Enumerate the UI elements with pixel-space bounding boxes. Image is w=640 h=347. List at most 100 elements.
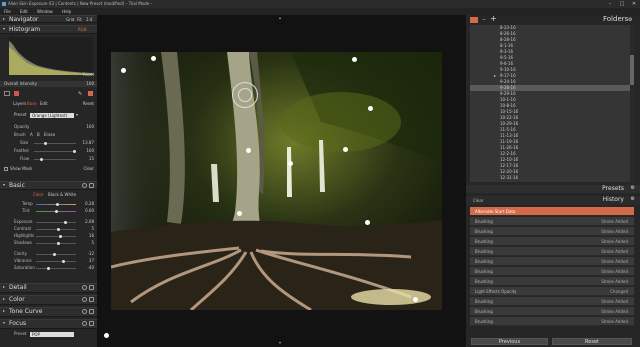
overall-intensity-value[interactable]: 100 bbox=[86, 81, 94, 87]
chevron-up-icon[interactable]: ▴ bbox=[279, 15, 281, 20]
contrast-value[interactable]: 5 bbox=[91, 226, 94, 232]
panel-menu-icon[interactable] bbox=[89, 321, 94, 326]
history-item[interactable]: Brushing Stroke Added bbox=[470, 277, 634, 286]
brush-erase-button[interactable]: Erase bbox=[44, 132, 55, 138]
brush-feather-row[interactable]: Feather 100 bbox=[0, 148, 97, 154]
close-icon[interactable]: ✕ bbox=[628, 0, 640, 8]
menu-edit[interactable]: Edit bbox=[20, 9, 28, 14]
menu-window[interactable]: Window bbox=[37, 9, 53, 14]
zoom-ratio-button[interactable]: 1:4 bbox=[86, 17, 92, 22]
history-item[interactable]: Brushing Stroke Added bbox=[470, 317, 634, 326]
slider-knob[interactable] bbox=[73, 150, 76, 153]
contrast-slider[interactable] bbox=[36, 228, 76, 231]
exposure-row[interactable]: Exposure 2.08 bbox=[0, 219, 97, 225]
contrast-row[interactable]: Contrast 5 bbox=[0, 226, 97, 232]
minimize-icon[interactable]: – bbox=[604, 0, 616, 8]
brush-flow-value[interactable]: 15 bbox=[89, 156, 94, 162]
temp-slider[interactable] bbox=[36, 203, 76, 206]
clear-mask-button[interactable]: Clear bbox=[84, 166, 94, 172]
history-item[interactable]: Brushing Stroke Added bbox=[470, 247, 634, 256]
folder-icon[interactable] bbox=[470, 17, 478, 23]
brush-size-row[interactable]: Size 13.87 bbox=[0, 140, 97, 146]
shadows-value[interactable]: 5 bbox=[91, 240, 94, 246]
history-item[interactable]: Brushing Stroke Added bbox=[470, 227, 634, 236]
history-item[interactable]: Brushing Stroke Added bbox=[470, 237, 634, 246]
slider-knob[interactable] bbox=[44, 142, 47, 145]
toggle-icon[interactable] bbox=[82, 321, 87, 326]
toggle-icon[interactable] bbox=[82, 183, 87, 188]
remove-folder-icon[interactable]: – bbox=[482, 15, 486, 23]
folder-item[interactable]: 12-31-16 bbox=[470, 175, 634, 181]
chevron-down-icon[interactable]: ▾ bbox=[279, 340, 281, 345]
vibrance-value[interactable]: 37 bbox=[89, 258, 94, 264]
shadows-row[interactable]: Shadows 5 bbox=[0, 240, 97, 246]
vibrance-row[interactable]: Vibrance 37 bbox=[0, 258, 97, 264]
histogram-header[interactable]: ▾ Histogram RGB bbox=[0, 25, 97, 34]
slider-knob[interactable] bbox=[40, 158, 43, 161]
toggle-icon[interactable] bbox=[82, 297, 87, 302]
menu-help[interactable]: Help bbox=[62, 9, 71, 14]
slider-knob[interactable] bbox=[53, 253, 56, 256]
history-item[interactable]: Brushing Stroke Added bbox=[470, 267, 634, 276]
show-mask-checkbox[interactable] bbox=[4, 167, 8, 171]
navigator-header[interactable]: ▸ Navigator Grid Fit 1:4 bbox=[0, 15, 97, 23]
highlights-slider[interactable] bbox=[36, 235, 76, 238]
shadows-slider[interactable] bbox=[36, 242, 76, 245]
history-item[interactable]: Light Effects Opacity Changed bbox=[470, 287, 634, 296]
clarity-slider[interactable] bbox=[36, 253, 76, 256]
slider-knob[interactable] bbox=[57, 228, 60, 231]
highlights-value[interactable]: 16 bbox=[89, 233, 94, 239]
adjustment-pin[interactable] bbox=[151, 56, 156, 61]
brush-feather-slider[interactable] bbox=[34, 150, 76, 153]
mode-bw-button[interactable]: Black & White bbox=[48, 192, 76, 198]
panel-menu-icon[interactable] bbox=[89, 297, 94, 302]
layers-reset-button[interactable]: Reset bbox=[83, 101, 94, 107]
history-item[interactable]: Brushing Stroke Added bbox=[470, 297, 634, 306]
add-folder-icon[interactable]: + bbox=[490, 14, 497, 23]
slider-knob[interactable] bbox=[56, 203, 59, 206]
slider-knob[interactable] bbox=[47, 267, 50, 270]
adjustment-pin[interactable] bbox=[343, 147, 348, 152]
brush-feather-value[interactable]: 100 bbox=[86, 148, 94, 154]
brush-flow-row[interactable]: Flow 15 bbox=[0, 156, 97, 162]
slider-knob[interactable] bbox=[59, 235, 62, 238]
history-item[interactable]: Brushing Stroke Added bbox=[470, 307, 634, 316]
slider-knob[interactable] bbox=[62, 260, 65, 263]
tint-row[interactable]: Tint 0.00 bbox=[0, 208, 97, 214]
chevron-down-icon[interactable]: ▾ bbox=[76, 112, 78, 118]
panel-menu-icon[interactable] bbox=[89, 309, 94, 314]
tab-edit[interactable]: Edit bbox=[40, 101, 48, 107]
presets-header[interactable]: Presets ⚙ bbox=[466, 185, 640, 193]
saturation-value[interactable]: -40 bbox=[87, 265, 94, 271]
panel-menu-icon[interactable]: ⚙ bbox=[631, 196, 635, 202]
exposure-value[interactable]: 2.08 bbox=[85, 219, 94, 225]
saturation-row[interactable]: Saturation -40 bbox=[0, 265, 97, 271]
basic-header[interactable]: ▾ Basic bbox=[0, 181, 97, 190]
red-eye-icon[interactable] bbox=[14, 91, 19, 96]
focus-header[interactable]: ▾ Focus bbox=[0, 319, 97, 329]
adjustment-pin[interactable] bbox=[352, 57, 357, 62]
temp-value[interactable]: 0.28 bbox=[85, 201, 94, 207]
toggle-icon[interactable] bbox=[82, 309, 87, 314]
previous-button[interactable]: Previous bbox=[471, 338, 548, 345]
panel-menu-icon[interactable]: ⚙ bbox=[631, 185, 635, 191]
tab-layers[interactable]: Layers bbox=[13, 101, 26, 107]
exposure-slider[interactable] bbox=[36, 221, 76, 224]
adjustment-pin[interactable] bbox=[413, 297, 418, 302]
brush-size-slider[interactable] bbox=[34, 142, 76, 145]
adjustment-pin[interactable] bbox=[288, 161, 293, 166]
zoom-grid-button[interactable]: Grid bbox=[66, 17, 74, 22]
vibrance-slider[interactable] bbox=[36, 260, 76, 263]
adjustment-pin[interactable] bbox=[368, 106, 373, 111]
maximize-icon[interactable]: □ bbox=[616, 0, 628, 8]
gradient-icon[interactable] bbox=[88, 91, 93, 96]
photo-canvas[interactable] bbox=[111, 52, 442, 310]
panel-menu-icon[interactable] bbox=[89, 285, 94, 290]
focus-preset-select[interactable]: POP bbox=[30, 331, 74, 337]
brush-icon[interactable]: ✎ bbox=[78, 91, 84, 97]
panel-menu-icon[interactable]: ⚙ bbox=[628, 17, 632, 23]
toggle-icon[interactable] bbox=[82, 285, 87, 290]
brush-a-button[interactable]: A bbox=[30, 132, 33, 138]
adjustment-pin[interactable] bbox=[365, 220, 370, 225]
scrollbar-thumb[interactable] bbox=[630, 55, 634, 85]
